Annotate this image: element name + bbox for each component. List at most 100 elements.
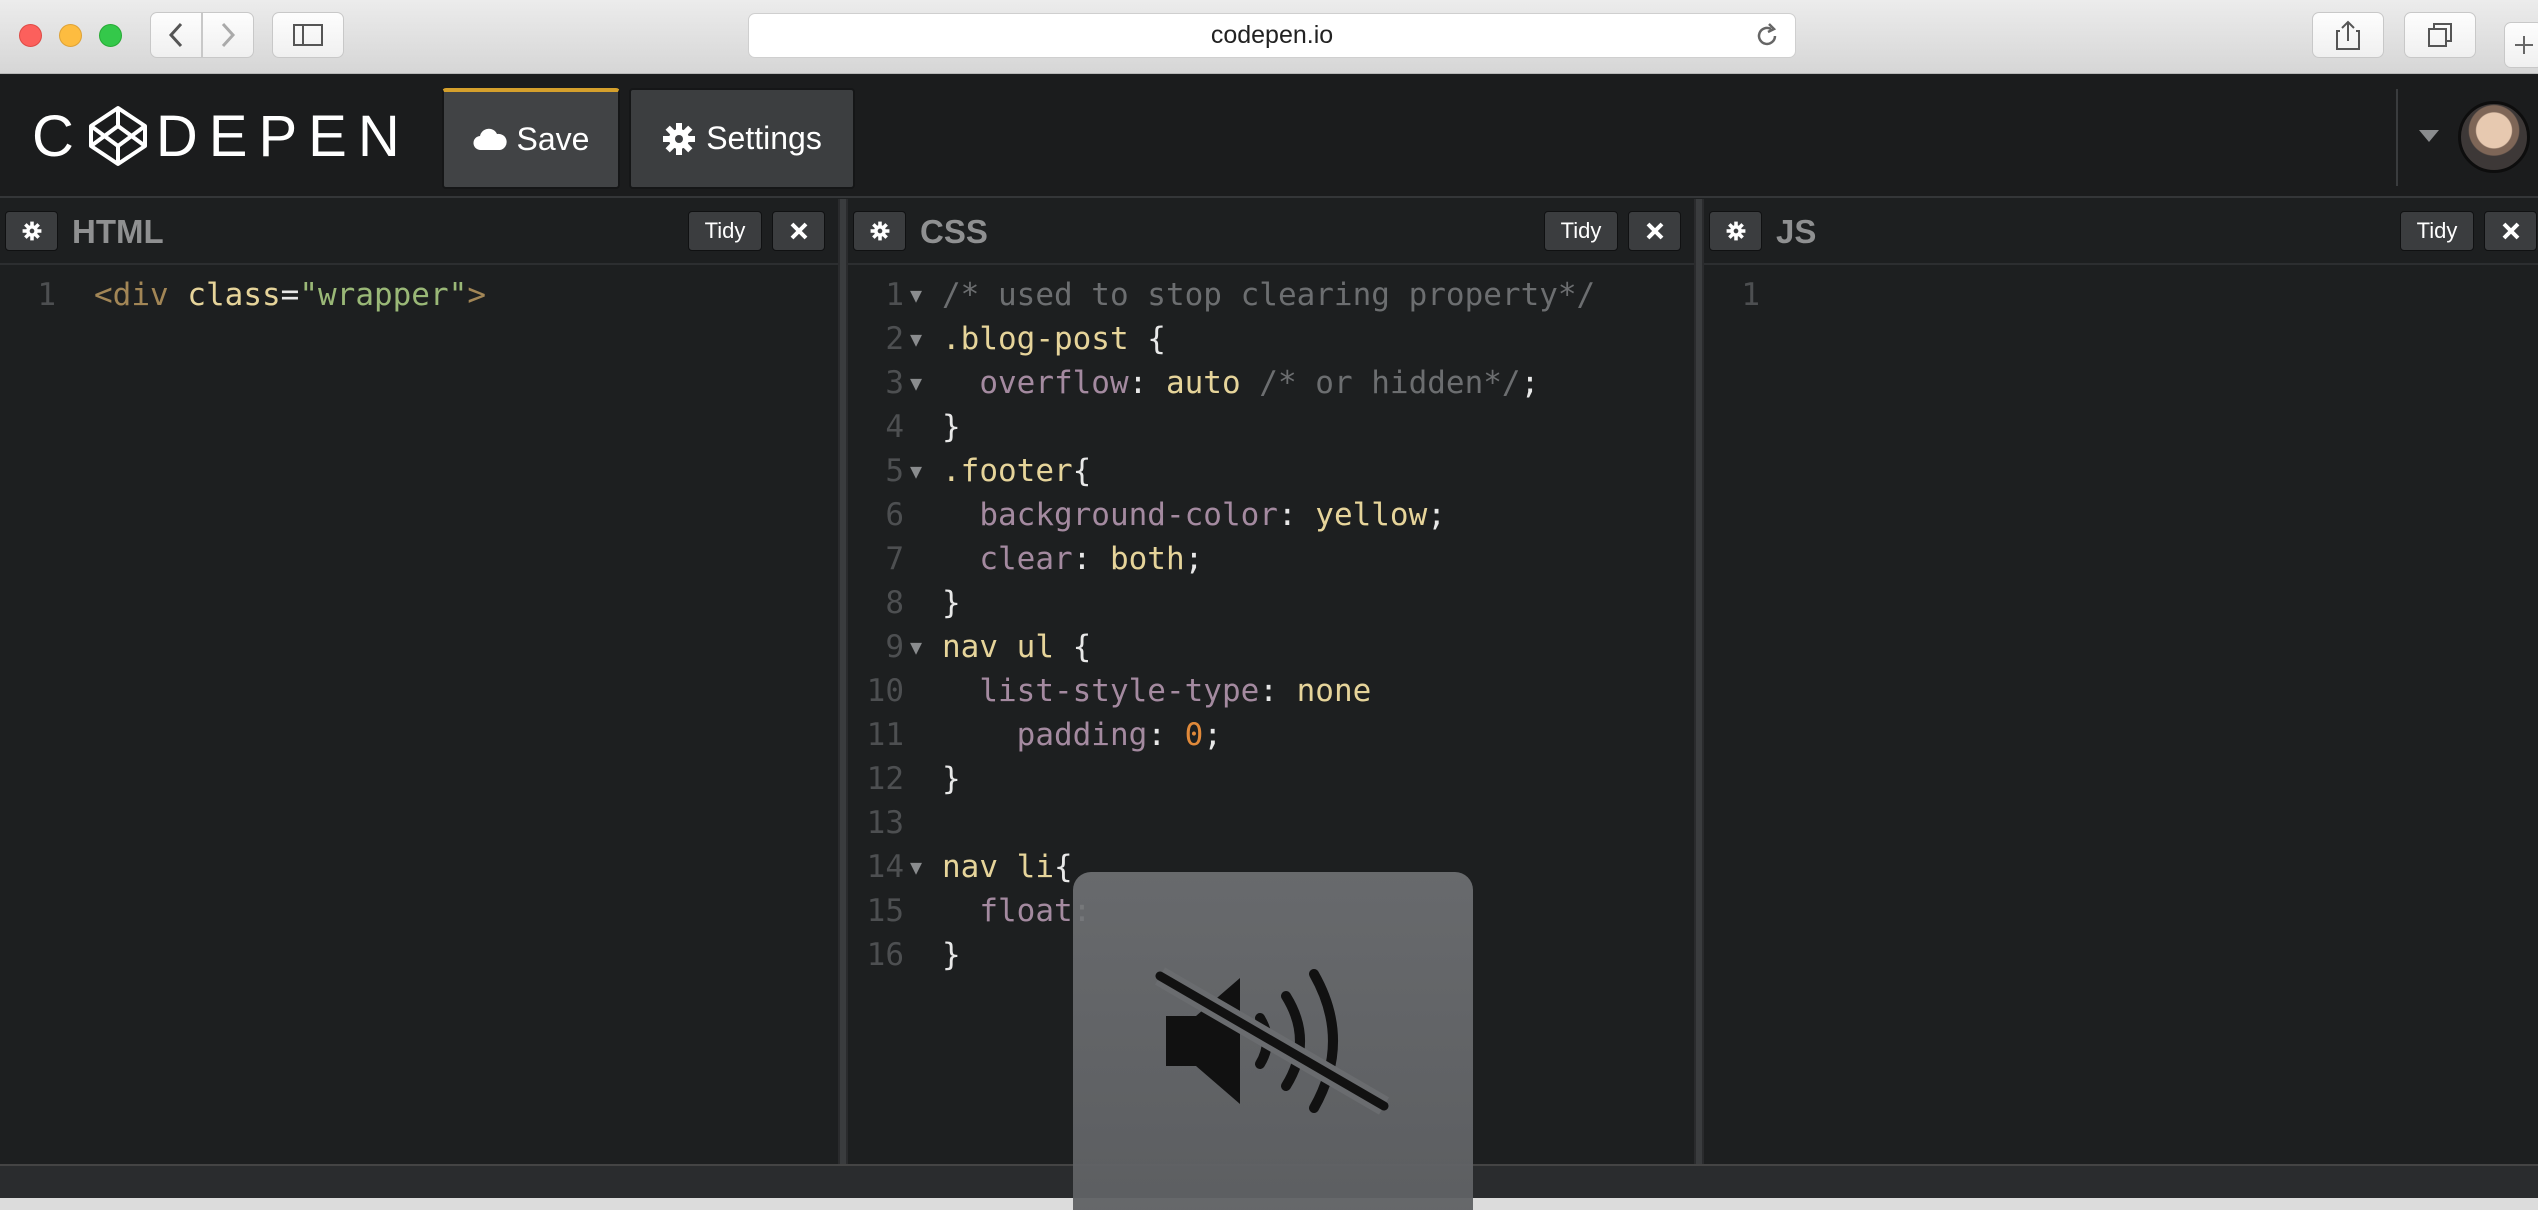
html-pane: HTML Tidy 1 <div class="wrapper"> xyxy=(0,199,838,1164)
fold-arrow-icon[interactable]: ▼ xyxy=(910,273,922,317)
url-text: codepen.io xyxy=(1210,21,1334,49)
code-text: } xyxy=(942,937,961,973)
browser-toolbar: codepen.io xyxy=(0,0,2538,74)
js-tidy-button[interactable]: Tidy xyxy=(2400,211,2474,251)
fold-arrow-icon[interactable]: ▼ xyxy=(910,625,922,669)
js-pane: JS Tidy 1 xyxy=(1704,199,2538,1164)
js-pane-title: JS xyxy=(1776,213,1817,250)
close-window-button[interactable] xyxy=(19,24,42,47)
code-text: clear: both; xyxy=(979,541,1204,577)
sidebar-icon xyxy=(293,24,323,46)
gear-icon xyxy=(22,221,41,241)
js-close-button[interactable] xyxy=(2484,211,2537,251)
sidebar-button[interactable] xyxy=(272,12,344,58)
chevron-left-icon xyxy=(168,22,183,48)
share-button[interactable] xyxy=(2312,12,2384,58)
code-text: overflow: auto /* or hidden*/; xyxy=(979,365,1540,401)
code-line: 3 ▼ overflow: auto /* or hidden*/; xyxy=(848,361,1694,405)
code-text: } xyxy=(942,585,961,621)
html-close-button[interactable] xyxy=(772,211,825,251)
line-number: 2 xyxy=(885,321,904,357)
address-bar[interactable]: codepen.io xyxy=(748,13,1796,58)
code-line: 1 xyxy=(1704,273,2538,317)
fold-arrow-icon[interactable]: ▼ xyxy=(910,845,922,889)
reload-icon[interactable] xyxy=(1753,22,1781,50)
code-text: <div class="wrapper"> xyxy=(94,277,486,313)
code-line: 9 ▼ nav ul { xyxy=(848,625,1694,669)
line-number: 14 xyxy=(866,849,904,885)
close-icon xyxy=(1646,222,1663,240)
line-number: 8 xyxy=(885,585,904,621)
css-pane-title: CSS xyxy=(920,213,988,250)
tabs-overview-button[interactable] xyxy=(2404,12,2476,58)
close-icon xyxy=(2502,222,2519,240)
codepen-logo[interactable]: C DEPEN xyxy=(32,103,411,169)
line-number: 13 xyxy=(866,805,904,841)
gear-icon xyxy=(1726,221,1745,241)
code-text: nav ul { xyxy=(942,629,1092,665)
pane-resizer[interactable] xyxy=(1694,199,1704,1164)
code-line: 11 padding: 0; xyxy=(848,713,1694,757)
line-number: 10 xyxy=(866,673,904,709)
code-text: .footer{ xyxy=(942,453,1092,489)
code-line: 13 xyxy=(848,801,1694,845)
fold-arrow-icon[interactable]: ▼ xyxy=(910,361,922,405)
css-tidy-button[interactable]: Tidy xyxy=(1544,211,1618,251)
volume-muted-overlay xyxy=(1073,872,1473,1210)
fold-arrow-icon[interactable]: ▼ xyxy=(910,449,922,493)
line-number: 16 xyxy=(866,937,904,973)
html-settings-button[interactable] xyxy=(5,211,58,251)
codepen-header: C DEPEN Save Settings xyxy=(0,75,2538,198)
back-button[interactable] xyxy=(150,12,202,58)
save-label: Save xyxy=(516,121,590,157)
code-line: 1 <div class="wrapper"> xyxy=(0,273,838,317)
html-tidy-button[interactable]: Tidy xyxy=(688,211,762,251)
css-pane-header: CSS Tidy xyxy=(848,199,1694,265)
settings-label: Settings xyxy=(706,120,822,156)
minimize-window-button[interactable] xyxy=(59,24,82,47)
logo-letters-depen: DEPEN xyxy=(155,103,411,169)
css-close-button[interactable] xyxy=(1628,211,1681,251)
css-settings-button[interactable] xyxy=(853,211,906,251)
header-divider xyxy=(2396,89,2398,186)
line-number: 1 xyxy=(37,277,56,313)
js-code-editor[interactable]: 1 xyxy=(1704,273,2538,317)
code-line: 12} xyxy=(848,757,1694,801)
html-pane-header: HTML Tidy xyxy=(0,199,838,265)
code-line: 10 list-style-type: none xyxy=(848,669,1694,713)
line-number: 1 xyxy=(885,277,904,313)
new-tab-button[interactable] xyxy=(2504,22,2538,68)
code-line: 1 ▼ /* used to stop clearing property*/ xyxy=(848,273,1694,317)
js-settings-button[interactable] xyxy=(1709,211,1762,251)
line-number: 11 xyxy=(866,717,904,753)
code-line: 6 background-color: yellow; xyxy=(848,493,1694,537)
line-number: 9 xyxy=(885,629,904,665)
html-code-editor[interactable]: 1 <div class="wrapper"> xyxy=(0,273,838,317)
line-number: 3 xyxy=(885,365,904,401)
line-number: 15 xyxy=(866,893,904,929)
code-text: /* used to stop clearing property*/ xyxy=(942,277,1596,313)
js-pane-header: JS Tidy xyxy=(1704,199,2538,265)
settings-button[interactable]: Settings xyxy=(629,88,855,189)
avatar[interactable] xyxy=(2458,101,2530,173)
code-text: list-style-type: none xyxy=(979,673,1372,709)
line-number: 12 xyxy=(866,761,904,797)
code-line: 8} xyxy=(848,581,1694,625)
code-text: nav li{ xyxy=(942,849,1073,885)
plus-icon xyxy=(2515,36,2533,54)
speaker-muted-icon xyxy=(1154,967,1390,1115)
code-line: 4} xyxy=(848,405,1694,449)
code-text: } xyxy=(942,761,961,797)
code-text: background-color: yellow; xyxy=(979,497,1446,533)
line-number: 4 xyxy=(885,409,904,445)
save-button[interactable]: Save xyxy=(442,88,620,189)
pane-resizer[interactable] xyxy=(838,199,848,1164)
line-number: 1 xyxy=(1741,277,1760,313)
forward-button[interactable] xyxy=(202,12,254,58)
line-number: 5 xyxy=(885,453,904,489)
line-number: 6 xyxy=(885,497,904,533)
chevron-down-icon[interactable] xyxy=(2418,129,2440,143)
zoom-window-button[interactable] xyxy=(99,24,122,47)
fold-arrow-icon[interactable]: ▼ xyxy=(910,317,922,361)
chevron-right-icon xyxy=(221,22,236,48)
